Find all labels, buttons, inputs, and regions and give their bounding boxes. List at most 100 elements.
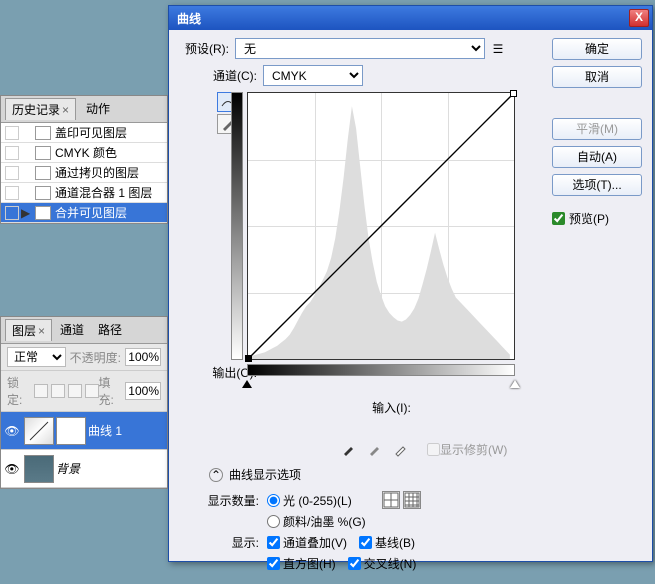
- show-clipping-checkbox[interactable]: 显示修剪(W): [427, 441, 507, 458]
- radio-light[interactable]: 光 (0-255)(L): [267, 492, 352, 509]
- display-options-expander[interactable]: ⌃ 曲线显示选项: [209, 466, 544, 483]
- preset-row: 预设(R): 无 ☰: [179, 38, 544, 59]
- curve-line: [248, 93, 514, 359]
- snapshot-icon: [5, 206, 19, 220]
- visibility-eye-icon[interactable]: 👁: [4, 424, 20, 438]
- opacity-input[interactable]: [125, 348, 161, 366]
- tab-history[interactable]: 历史记录×: [5, 98, 76, 120]
- radio-ink[interactable]: 颜料/油墨 %(G): [267, 513, 366, 530]
- opacity-label: 不透明度:: [70, 349, 121, 366]
- ink-row: 颜料/油墨 %(G): [199, 513, 544, 530]
- snapshot-icon: [5, 146, 19, 160]
- history-item[interactable]: CMYK 颜色: [1, 143, 167, 163]
- check-overlay-label: 通道叠加(V): [283, 534, 347, 551]
- snapshot-icon: [5, 166, 19, 180]
- fill-input[interactable]: [125, 382, 161, 400]
- layer-item[interactable]: 👁 背景: [1, 450, 167, 488]
- cancel-button[interactable]: 取消: [552, 66, 642, 88]
- preset-select[interactable]: 无: [235, 38, 485, 59]
- preset-menu-icon[interactable]: ☰: [489, 40, 507, 58]
- dialog-body: 预设(R): 无 ☰ 通道(C): CMYK: [169, 30, 652, 584]
- history-panel: 历史记录× 动作 盖印可见图层 CMYK 颜色 通过拷贝的图层 通道混合器 1 …: [0, 95, 168, 224]
- blend-mode-select[interactable]: 正常: [7, 347, 66, 367]
- history-item[interactable]: ▶合并可见图层: [1, 203, 167, 223]
- eyedropper-black-icon[interactable]: [339, 440, 359, 458]
- preview-checkbox[interactable]: 预览(P): [552, 210, 642, 227]
- layer-icon: [35, 186, 51, 200]
- channel-select[interactable]: CMYK: [263, 65, 363, 86]
- snapshot-icon: [5, 126, 19, 140]
- lock-row: 锁定: 填充:: [1, 371, 167, 412]
- close-icon[interactable]: ×: [62, 103, 69, 117]
- visibility-eye-icon[interactable]: 👁: [4, 462, 20, 476]
- layer-icon: [35, 146, 51, 160]
- curve-grid[interactable]: [247, 92, 515, 360]
- layers-tabs: 图层× 通道 路径: [1, 317, 167, 344]
- lock-label: 锁定:: [7, 374, 30, 408]
- fill-label: 填充:: [99, 374, 122, 408]
- curve-grid-wrapper: [247, 92, 515, 360]
- tab-actions[interactable]: 动作: [80, 98, 116, 120]
- layer-item[interactable]: 👁 曲线 1: [1, 412, 167, 450]
- curve-area: [217, 92, 544, 360]
- preset-label: 预设(R):: [179, 40, 229, 57]
- curve-point-black[interactable]: [245, 355, 252, 362]
- check-baseline[interactable]: 基线(B): [359, 534, 415, 551]
- grid-fine-icon[interactable]: [403, 491, 421, 509]
- layer-thumb-adjustment[interactable]: [24, 417, 54, 445]
- lock-position-icon[interactable]: [68, 384, 82, 398]
- check-baseline-label: 基线(B): [375, 534, 415, 551]
- show-row1: 显示: 通道叠加(V) 基线(B): [199, 534, 544, 551]
- options-button[interactable]: 选项(T)...: [552, 174, 642, 196]
- close-icon[interactable]: ×: [38, 324, 45, 338]
- tab-layers[interactable]: 图层×: [5, 319, 52, 341]
- lock-icons: [34, 384, 99, 398]
- check-overlay[interactable]: 通道叠加(V): [267, 534, 347, 551]
- lock-pixels-icon[interactable]: [51, 384, 65, 398]
- close-button[interactable]: X: [629, 9, 649, 27]
- input-gradient: [247, 364, 515, 376]
- history-item-label: CMYK 颜色: [55, 144, 117, 161]
- layer-list: 👁 曲线 1 👁 背景: [1, 412, 167, 488]
- eyedropper-gray-icon[interactable]: [365, 440, 385, 458]
- amount-row: 显示数量: 光 (0-255)(L): [199, 491, 544, 509]
- input-label-row: 输入(I):: [239, 399, 544, 416]
- white-point-slider[interactable]: [510, 380, 520, 388]
- layer-mask-thumb[interactable]: [56, 417, 86, 445]
- history-item-label: 合并可见图层: [55, 204, 127, 221]
- input-label: 输入(I):: [372, 401, 411, 415]
- ok-button[interactable]: 确定: [552, 38, 642, 60]
- lock-all-icon[interactable]: [85, 384, 99, 398]
- layer-icon: [35, 126, 51, 140]
- tab-paths[interactable]: 路径: [92, 319, 128, 341]
- eyedropper-white-icon[interactable]: [391, 440, 411, 458]
- output-gradient: [231, 92, 243, 360]
- lock-transparent-icon[interactable]: [34, 384, 48, 398]
- history-item[interactable]: 通道混合器 1 图层: [1, 183, 167, 203]
- channel-label: 通道(C):: [179, 67, 257, 84]
- side-buttons: 确定 取消 平滑(M) 自动(A) 选项(T)... 预览(P): [552, 38, 642, 576]
- blend-row: 正常 不透明度:: [1, 344, 167, 371]
- eyedropper-row: 显示修剪(W): [339, 440, 544, 458]
- titlebar[interactable]: 曲线 X: [169, 6, 652, 30]
- layer-thumb-image[interactable]: [24, 455, 54, 483]
- history-item-label: 通过拷贝的图层: [55, 164, 139, 181]
- show-clipping-label: 显示修剪(W): [440, 441, 507, 458]
- history-item[interactable]: 盖印可见图层: [1, 123, 167, 143]
- expander-label: 曲线显示选项: [229, 466, 301, 483]
- radio-ink-label: 颜料/油墨 %(G): [283, 513, 366, 530]
- black-point-slider[interactable]: [242, 380, 252, 388]
- layer-icon: [35, 166, 51, 180]
- smooth-button[interactable]: 平滑(M): [552, 118, 642, 140]
- main-column: 预设(R): 无 ☰ 通道(C): CMYK: [179, 38, 544, 576]
- curves-dialog: 曲线 X 预设(R): 无 ☰ 通道(C): CMYK: [168, 5, 653, 562]
- tab-history-label: 历史记录: [12, 103, 60, 117]
- display-section: 显示数量: 光 (0-255)(L) 颜料/油墨 %(G) 显示: 通道叠加(V…: [199, 491, 544, 572]
- grid-size-icons: [382, 491, 421, 509]
- curve-point-white[interactable]: [510, 90, 517, 97]
- auto-button[interactable]: 自动(A): [552, 146, 642, 168]
- grid-coarse-icon[interactable]: [382, 491, 400, 509]
- tab-channels[interactable]: 通道: [54, 319, 90, 341]
- history-item[interactable]: 通过拷贝的图层: [1, 163, 167, 183]
- tab-layers-label: 图层: [12, 324, 36, 338]
